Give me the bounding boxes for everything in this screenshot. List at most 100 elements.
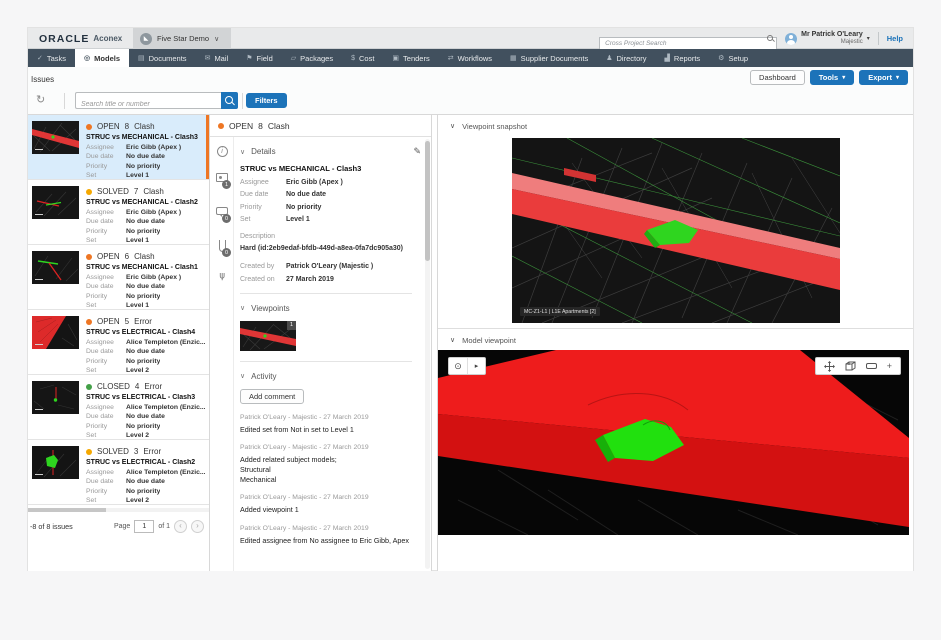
model-viewpoint-title: Model viewpoint <box>462 336 516 345</box>
status-dot <box>86 254 92 260</box>
tab-documents[interactable]: ▤Documents <box>129 49 196 67</box>
zoom-in-icon[interactable]: + <box>887 361 892 371</box>
list-item-issue-8[interactable]: OPEN8Clash STRUC vs MECHANICAL - Clash3 … <box>28 115 209 180</box>
details-section-header[interactable]: ∨Details <box>240 147 412 156</box>
documents-icon: ▤ <box>138 54 145 62</box>
zoom-fit-icon[interactable] <box>866 363 877 369</box>
tab-mail[interactable]: ✉Mail <box>196 49 238 67</box>
add-comment-button[interactable]: Add comment <box>240 389 304 404</box>
section-cube-icon[interactable] <box>845 361 856 372</box>
caret-down-icon: ▾ <box>842 74 845 81</box>
tab-workflows[interactable]: ⇄Workflows <box>439 49 501 67</box>
detail-number: 8 <box>258 121 263 131</box>
page-input[interactable] <box>134 520 154 533</box>
activity-meta: Patrick O'Leary - Majestic - 27 March 20… <box>240 444 412 451</box>
reports-icon: ▟ <box>665 54 670 62</box>
issue-title: STRUC vs ELECTRICAL - Clash4 <box>86 329 205 336</box>
tab-cost[interactable]: $Cost <box>342 49 383 67</box>
viewpoints-icon[interactable]: 1 <box>210 173 234 182</box>
tab-setup[interactable]: ⚙Setup <box>709 49 757 67</box>
list-item-issue-3[interactable]: SOLVED3Error STRUC vs ELECTRICAL - Clash… <box>28 440 209 505</box>
created-on-value: 27 March 2019 <box>286 276 334 283</box>
description-label: Description <box>240 233 412 240</box>
user-name: Mr Patrick O'Leary <box>801 31 863 39</box>
activity-text: Edited assignee from No assignee to Eric… <box>240 536 412 546</box>
chevron-down-icon: ∨ <box>240 304 245 312</box>
list-item-issue-5[interactable]: OPEN5Error STRUC vs ELECTRICAL - Clash4 … <box>28 310 209 375</box>
expand-play-icon[interactable]: ▸ <box>467 358 485 374</box>
filters-button[interactable]: Filters <box>246 93 287 108</box>
tab-tenders[interactable]: ▣Tenders <box>383 49 438 67</box>
scrollbar-thumb[interactable] <box>425 141 430 261</box>
dashboard-button[interactable]: Dashboard <box>750 70 805 85</box>
setup-icon: ⚙ <box>718 54 724 62</box>
activity-entry: Patrick O'Leary - Majestic - 27 March 20… <box>240 444 412 484</box>
scrollbar-thumb[interactable] <box>28 508 106 512</box>
list-item-issue-6[interactable]: OPEN6Clash STRUC vs MECHANICAL - Clash1 … <box>28 245 209 310</box>
viewpoint-snapshot-image[interactable]: MC-Z1-L1 | L1E Apartments [2] <box>512 138 840 323</box>
viewpoint-panel: ∨ Viewpoint snapshot <box>437 115 913 571</box>
list-pagination: -8 of 8 issues Page of 1 ‹ › <box>28 515 209 537</box>
oracle-aconex-logo: ORACLE Aconex <box>39 28 122 49</box>
status-dot <box>86 384 92 390</box>
issue-search-input[interactable] <box>76 97 221 112</box>
tab-packages[interactable]: ▱Packages <box>282 49 342 67</box>
model-viewport[interactable]: ⊙ ▸ + <box>438 350 909 535</box>
issue-title: STRUC vs ELECTRICAL - Clash2 <box>86 459 205 466</box>
tasks-icon: ✓ <box>37 54 43 62</box>
edit-details-icon[interactable]: ✎ <box>413 146 421 157</box>
next-page-button[interactable]: › <box>191 520 204 533</box>
attachments-icon[interactable]: 0 <box>210 240 234 252</box>
pan-move-icon[interactable] <box>824 361 835 372</box>
tab-directory[interactable]: ♟Directory <box>597 49 655 67</box>
page-of-label: of 1 <box>158 523 170 530</box>
viewport-toolbar: + <box>815 357 901 375</box>
activity-section-header[interactable]: ∨Activity <box>240 372 412 381</box>
search-icon[interactable] <box>767 35 773 41</box>
detail-assignee: Eric Gibb (Apex ) <box>286 179 343 186</box>
search-submit-button[interactable] <box>221 92 238 109</box>
issue-title: STRUC vs MECHANICAL - Clash1 <box>86 264 205 271</box>
viewpoint-thumbnail[interactable]: 1 <box>240 321 296 351</box>
issue-thumbnail <box>32 446 79 479</box>
snapshot-model-tag: MC-Z1-L1 | L1E Apartments [2] <box>520 307 600 316</box>
list-item-issue-7[interactable]: SOLVED7Clash STRUC vs MECHANICAL - Clash… <box>28 180 209 245</box>
chevron-down-icon: ∨ <box>450 122 455 130</box>
detail-title: STRUC vs MECHANICAL - Clash3 <box>240 164 412 173</box>
vertical-scrollbar[interactable] <box>425 139 430 569</box>
help-link[interactable]: Help <box>887 34 907 43</box>
tools-button[interactable]: Tools▾ <box>810 70 854 85</box>
main-navigation: ✓Tasks ◎Models ▤Documents ✉Mail ⚑Field ▱… <box>28 49 913 67</box>
caret-down-icon: ▾ <box>867 35 870 42</box>
model-viewpoint-header[interactable]: ∨ Model viewpoint <box>438 329 913 351</box>
tab-tasks[interactable]: ✓Tasks <box>28 49 75 67</box>
results-summary: -8 of 8 issues <box>30 522 73 531</box>
project-icon: ◣ <box>140 33 152 45</box>
refresh-icon[interactable]: ↻ <box>36 94 45 107</box>
prev-page-button[interactable]: ‹ <box>174 520 187 533</box>
created-by-label: Created by <box>240 263 286 270</box>
export-button[interactable]: Export▾ <box>859 70 908 85</box>
issue-thumbnail <box>32 121 79 154</box>
workflows-icon: ⇄ <box>448 54 454 62</box>
viewport-visibility-controls: ⊙ ▸ <box>448 357 486 375</box>
brand-oracle: ORACLE <box>39 33 89 45</box>
info-icon[interactable]: i <box>210 146 234 157</box>
directory-icon: ♟ <box>606 54 612 62</box>
eye-icon[interactable]: ⊙ <box>449 358 467 374</box>
packages-icon: ▱ <box>291 54 296 62</box>
tab-reports[interactable]: ▟Reports <box>656 49 710 67</box>
viewpoint-snapshot-header[interactable]: ∨ Viewpoint snapshot <box>438 115 913 137</box>
user-menu[interactable]: Mr Patrick O'Leary Majestic ▾ <box>785 31 870 45</box>
cost-icon: $ <box>351 55 355 62</box>
issue-status: OPEN <box>97 122 120 131</box>
tab-models[interactable]: ◎Models <box>75 49 129 67</box>
tab-field[interactable]: ⚑Field <box>237 49 282 67</box>
related-models-icon[interactable]: ⋔ <box>210 270 234 280</box>
viewpoints-section-header[interactable]: ∨Viewpoints <box>240 304 412 313</box>
project-selector[interactable]: ◣ Five Star Demo ∨ <box>133 28 231 49</box>
comments-icon[interactable]: 0 <box>210 207 234 215</box>
horizontal-scrollbar[interactable] <box>28 508 209 512</box>
tab-supplier-documents[interactable]: ▦Supplier Documents <box>501 49 597 67</box>
list-item-issue-4[interactable]: CLOSED4Error STRUC vs ELECTRICAL - Clash… <box>28 375 209 440</box>
